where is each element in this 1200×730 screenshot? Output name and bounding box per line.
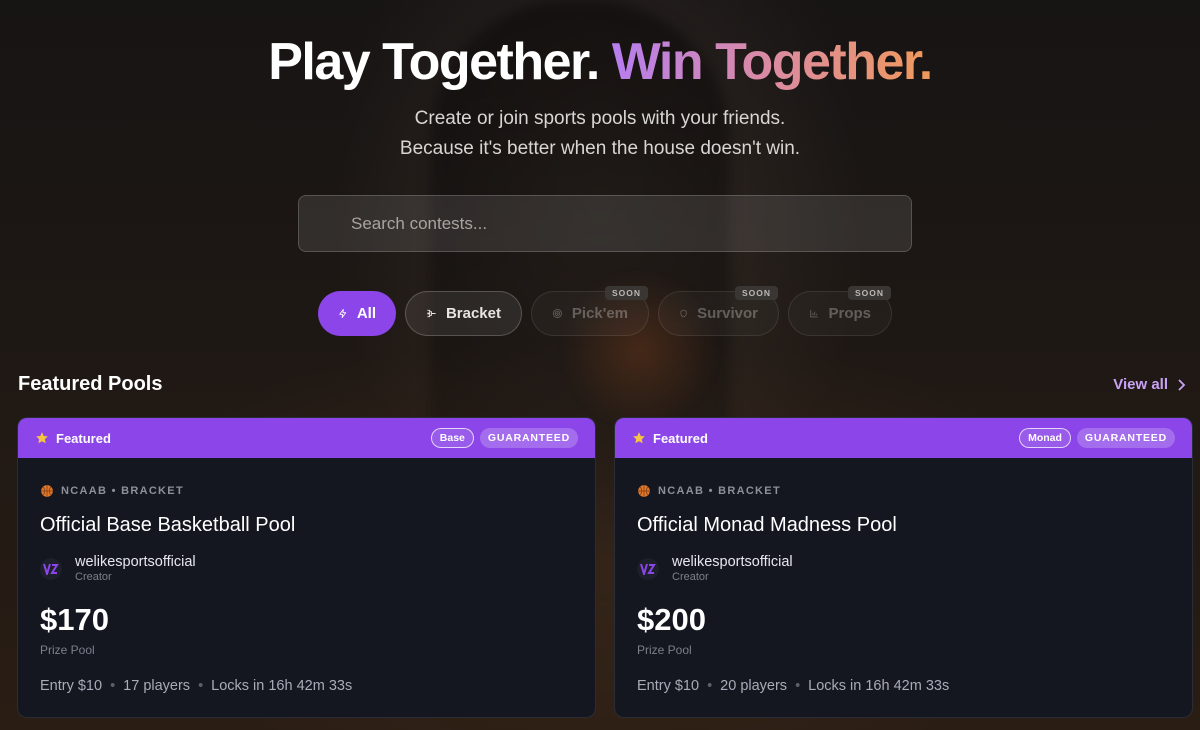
pool-card[interactable]: Featured Monad GUARANTEED NCAAB • BRACKE… xyxy=(614,417,1193,718)
hero-subtitle-line: Create or join sports pools with your fr… xyxy=(414,108,786,129)
card-header: Featured Base GUARANTEED xyxy=(18,418,595,458)
lock-countdown: Locks in 16h 42m 33s xyxy=(808,678,950,694)
search-input[interactable] xyxy=(299,196,911,251)
soon-badge: SOON xyxy=(604,286,648,300)
featured-pools-heading: Featured Pools xyxy=(18,373,163,395)
hero-title-main: Play Together. xyxy=(268,33,600,91)
pool-meta-text: NCAAB • BRACKET xyxy=(658,485,781,497)
featured-label: Featured xyxy=(632,431,708,446)
filter-all[interactable]: All xyxy=(318,291,396,336)
featured-text: Featured xyxy=(653,430,708,446)
shield-icon xyxy=(680,309,687,318)
view-all-label: View all xyxy=(1113,376,1168,393)
pool-name: Official Base Basketball Pool xyxy=(40,514,296,536)
pool-meta: NCAAB • BRACKET xyxy=(637,484,781,498)
prize-amount: $200 xyxy=(637,602,706,637)
card-tags: Monad GUARANTEED xyxy=(1019,428,1175,448)
card-tags: Base GUARANTEED xyxy=(430,428,578,448)
creator-info: welikesportsofficial Creator xyxy=(40,554,196,584)
creator-info: welikesportsofficial Creator xyxy=(637,554,793,584)
filter-bracket[interactable]: Bracket xyxy=(405,291,522,336)
pool-meta: NCAAB • BRACKET xyxy=(40,484,184,498)
separator-dot: • xyxy=(110,678,116,694)
chain-tag: Monad xyxy=(1019,428,1071,448)
bracket-icon xyxy=(427,309,436,318)
filter-label: Survivor xyxy=(697,305,758,322)
basketball-icon xyxy=(638,485,650,497)
entry-fee: Entry $10 xyxy=(40,678,103,694)
pool-stats: Entry $10 • 17 players • Locks in 16h 42… xyxy=(40,678,352,694)
guaranteed-tag: GUARANTEED xyxy=(479,428,578,448)
contest-type-filters: All Bracket Pick'em SOON Survivor SOON P… xyxy=(318,286,892,336)
star-icon xyxy=(36,432,48,444)
creator-avatar xyxy=(40,558,62,580)
separator-dot: • xyxy=(198,678,204,694)
hero-title: Play Together. Win Together. xyxy=(0,32,1200,92)
pool-stats: Entry $10 • 20 players • Locks in 16h 42… xyxy=(637,678,949,694)
featured-text: Featured xyxy=(56,430,111,446)
filter-survivor: Survivor SOON xyxy=(658,286,779,336)
creator-avatar xyxy=(637,558,659,580)
entry-fee: Entry $10 xyxy=(637,678,700,694)
chain-tag: Base xyxy=(430,428,474,448)
prize-label: Prize Pool xyxy=(637,643,692,657)
pool-card[interactable]: Featured Base GUARANTEED NCAAB • BRACKET… xyxy=(17,417,596,718)
hero-subtitle-line: Because it's better when the house doesn… xyxy=(399,138,801,159)
creator-name: welikesportsofficial xyxy=(75,554,196,570)
filter-label: Pick'em xyxy=(571,305,628,322)
filter-label: Props xyxy=(828,305,871,322)
creator-role: Creator xyxy=(672,571,709,583)
pool-meta-text: NCAAB • BRACKET xyxy=(61,485,184,497)
lock-countdown: Locks in 16h 42m 33s xyxy=(211,678,353,694)
player-count: 20 players xyxy=(720,678,788,694)
separator-dot: • xyxy=(707,678,713,694)
filter-label: All xyxy=(356,305,376,322)
guaranteed-tag: GUARANTEED xyxy=(1076,428,1175,448)
soon-badge: SOON xyxy=(847,286,891,300)
star-icon xyxy=(633,432,645,444)
hero-subtitle: Create or join sports pools with your fr… xyxy=(0,104,1200,164)
filter-label: Bracket xyxy=(445,305,501,322)
filter-pickem: Pick'em SOON xyxy=(531,286,649,336)
vs-logo-icon xyxy=(640,563,656,575)
prize-label: Prize Pool xyxy=(40,643,95,657)
basketball-icon xyxy=(41,485,53,497)
soon-badge: SOON xyxy=(734,286,778,300)
target-icon xyxy=(552,308,562,319)
separator-dot: • xyxy=(795,678,801,694)
chevron-right-icon xyxy=(1178,378,1186,391)
player-count: 17 players xyxy=(123,678,191,694)
card-header: Featured Monad GUARANTEED xyxy=(615,418,1192,458)
creator-role: Creator xyxy=(75,571,112,583)
bar-chart-icon xyxy=(810,310,818,318)
vs-logo-icon xyxy=(43,563,59,575)
prize-amount: $170 xyxy=(40,602,109,637)
filter-props: Props SOON xyxy=(788,286,892,336)
lightning-icon xyxy=(339,308,347,319)
featured-label: Featured xyxy=(35,431,111,446)
creator-name: welikesportsofficial xyxy=(672,554,793,570)
pool-name: Official Monad Madness Pool xyxy=(637,514,897,536)
view-all-link[interactable]: View all xyxy=(1113,376,1186,393)
hero-title-accent: Win Together. xyxy=(611,33,933,91)
search-bar xyxy=(298,195,912,252)
